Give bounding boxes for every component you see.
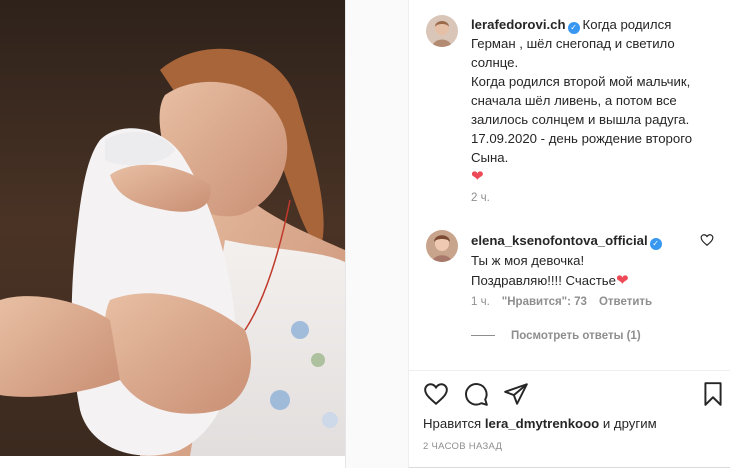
comment-meta: 1 ч. "Нравится": 73 Ответить <box>471 296 664 308</box>
heart-outline-icon[interactable] <box>423 381 449 407</box>
replies-divider-line <box>471 335 495 337</box>
author-avatar[interactable] <box>426 15 458 47</box>
comment-line-1: Ты ж моя девочка! <box>471 253 585 268</box>
post-photo[interactable] <box>0 0 408 468</box>
commenter-avatar[interactable] <box>426 230 458 262</box>
bookmark-icon[interactable] <box>700 381 726 407</box>
post-timestamp[interactable]: 2 ЧАСОВ НАЗАД <box>423 441 502 452</box>
view-replies-button[interactable]: Посмотреть ответы (1) <box>471 330 641 342</box>
verified-badge-icon: ✓ <box>567 22 580 34</box>
comment-likes-count[interactable]: "Нравится": 73 <box>502 296 587 308</box>
comment-heart-emoji: ❤ <box>615 272 629 289</box>
likes-suffix[interactable]: и другим <box>603 416 657 431</box>
red-heart-emoji: ❤ <box>471 168 484 185</box>
post-caption: lerafedorovi.ch ✓ Когда родился Герман , ш… <box>471 15 721 186</box>
comment-time[interactable]: 1 ч. <box>471 296 490 308</box>
comment-reply-button[interactable]: Ответить <box>599 296 652 308</box>
actions-divider <box>409 370 730 371</box>
likes-user-link[interactable]: lera_dmytrenkooo <box>485 416 599 431</box>
caption-line-2: Герман , шёл снегопад и светило солнце. <box>471 36 675 70</box>
commenter-verified-badge-icon: ✓ <box>649 238 662 250</box>
comment-line-2: Поздравляю!!!! Счастье <box>471 273 616 288</box>
comment-body: elena_ksenofontova_official ✓ Ты ж моя де… <box>471 231 701 291</box>
photo-illustration <box>0 0 345 456</box>
view-replies-label: Посмотреть ответы (1) <box>511 330 641 342</box>
comment-like-heart-icon[interactable] <box>700 233 714 247</box>
post-image <box>0 0 345 456</box>
caption-line-1: Когда родился <box>582 17 672 32</box>
instagram-post: lerafedorovi.ch ✓ Когда родился Герман , ш… <box>0 0 730 468</box>
commenter-username[interactable]: elena_ksenofontova_official <box>471 233 648 248</box>
post-time[interactable]: 2 ч. <box>471 192 490 204</box>
likes-summary: Нравится lera_dmytrenkooo и другим <box>423 416 657 431</box>
author-username[interactable]: lerafedorovi.ch <box>471 17 566 32</box>
likes-prefix: Нравится <box>423 416 482 431</box>
comment-bubble-icon[interactable] <box>463 381 489 407</box>
paper-plane-icon[interactable] <box>503 381 529 407</box>
caption-line-4: 17.09.2020 - день рождение второго Сына. <box>471 131 693 165</box>
photo-margin <box>346 0 408 468</box>
post-details-pane: lerafedorovi.ch ✓ Когда родился Герман , ш… <box>409 0 730 468</box>
caption-line-3: Когда родился второй мой мальчик, сначал… <box>471 74 691 127</box>
